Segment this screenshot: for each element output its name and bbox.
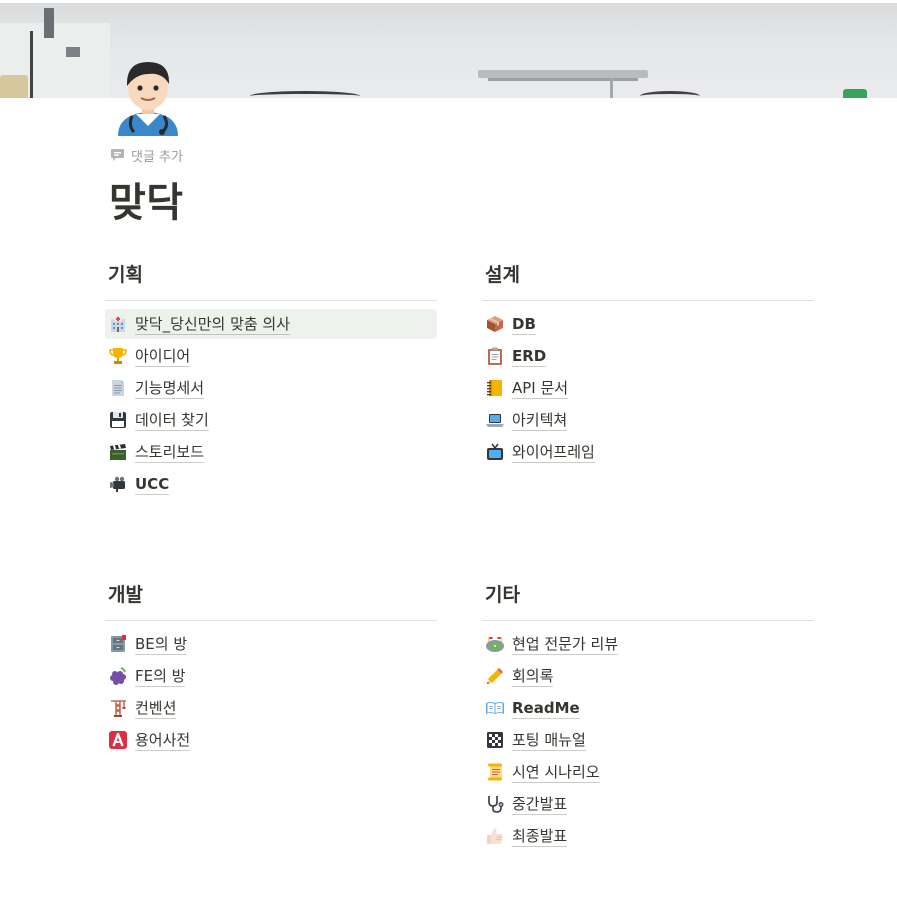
page-link-meeting-notes[interactable]: 회의록 <box>482 661 814 691</box>
comment-icon <box>110 148 125 162</box>
file-cabinet-icon <box>107 633 129 655</box>
video-camera-icon <box>107 473 129 495</box>
page-link-label: BE의 방 <box>135 634 188 655</box>
letter-a-icon <box>107 729 129 751</box>
page-link-label: DB <box>512 314 536 335</box>
page-link-label: API 문서 <box>512 378 569 399</box>
page-link-fe-room[interactable]: FE의 방 <box>105 661 437 691</box>
section-planning: 기획 맞닥_당신만의 맞춤 의사 아이디어 기능명세서 데이터 찾기 스토리보드 <box>105 262 437 501</box>
package-icon <box>484 313 506 335</box>
scroll-icon <box>484 761 506 783</box>
page-link-architecture[interactable]: 아키텍쳐 <box>482 405 814 435</box>
trophy-icon <box>107 345 129 367</box>
page-link-label: 맞닥_당신만의 맞춤 의사 <box>135 314 291 335</box>
section-heading: 개발 <box>108 584 143 606</box>
page-link-label: 스토리보드 <box>135 442 205 463</box>
page-link-demo-scenario[interactable]: 시연 시나리오 <box>482 757 814 787</box>
page-link-label: ReadMe <box>512 698 580 719</box>
pencil-icon <box>484 665 506 687</box>
page-link-label: 아키텍쳐 <box>512 410 568 431</box>
page-link-feature-spec[interactable]: 기능명세서 <box>105 373 437 403</box>
page-link-label: 와이어프레임 <box>512 442 595 463</box>
page-link-matdak[interactable]: 맞닥_당신만의 맞춤 의사 <box>105 309 437 339</box>
page-link-label: 시연 시나리오 <box>512 762 600 783</box>
divider <box>105 300 437 301</box>
page-link-label: 컨벤션 <box>135 698 177 719</box>
page-link-storyboard[interactable]: 스토리보드 <box>105 437 437 467</box>
page-link-label: 데이터 찾기 <box>135 410 209 431</box>
add-comment-label: 댓글 추가 <box>131 149 183 165</box>
page-link-expert-review[interactable]: 현업 전문가 리뷰 <box>482 629 814 659</box>
page-title[interactable]: 맞닥 <box>109 170 184 228</box>
section-heading: 기획 <box>108 264 143 286</box>
page-link-ucc[interactable]: UCC <box>105 469 437 499</box>
clapper-board-icon <box>107 441 129 463</box>
page-link-porting-manual[interactable]: 포팅 매뉴얼 <box>482 725 814 755</box>
thumbs-up-icon <box>484 825 506 847</box>
page-link-label: ERD <box>512 346 547 367</box>
doctor-avatar-icon[interactable] <box>112 56 184 136</box>
grapes-icon <box>107 665 129 687</box>
page-link-label: FE의 방 <box>135 666 186 687</box>
page-link-wireframe[interactable]: 와이어프레임 <box>482 437 814 467</box>
page-link-label: 중간발표 <box>512 794 568 815</box>
page-link-label: 용어사전 <box>135 730 191 751</box>
page-link-api-docs[interactable]: API 문서 <box>482 373 814 403</box>
document-icon <box>107 377 129 399</box>
add-comment-button[interactable]: 댓글 추가 <box>110 145 183 165</box>
page-link-find-data[interactable]: 데이터 찾기 <box>105 405 437 435</box>
section-heading: 기타 <box>485 584 520 606</box>
page-link-be-room[interactable]: BE의 방 <box>105 629 437 659</box>
page-link-final[interactable]: 최종발표 <box>482 821 814 851</box>
section-heading: 설계 <box>485 264 520 286</box>
section-development: 개발 BE의 방 FE의 방 컨벤션 용어사전 <box>105 582 437 757</box>
page-link-db[interactable]: DB <box>482 309 814 339</box>
hospital-icon <box>107 313 129 335</box>
stadium-icon <box>484 633 506 655</box>
page-link-label: 회의록 <box>512 666 554 687</box>
floppy-disk-icon <box>107 409 129 431</box>
page-link-label: 기능명세서 <box>135 378 205 399</box>
page-link-label: 아이디어 <box>135 346 191 367</box>
clipboard-icon <box>484 345 506 367</box>
section-design: 설계 DB ERD API 문서 아키텍쳐 와이어프레임 <box>482 262 814 469</box>
notebook-icon <box>484 377 506 399</box>
page-link-glossary[interactable]: 용어사전 <box>105 725 437 755</box>
open-book-icon <box>484 697 506 719</box>
page-link-readme[interactable]: ReadMe <box>482 693 814 723</box>
construction-crane-icon <box>107 697 129 719</box>
checkered-flag-icon <box>484 729 506 751</box>
page-link-convention[interactable]: 컨벤션 <box>105 693 437 723</box>
divider <box>482 300 814 301</box>
page-link-label: 최종발표 <box>512 826 568 847</box>
page-link-label: 현업 전문가 리뷰 <box>512 634 619 655</box>
page-link-erd[interactable]: ERD <box>482 341 814 371</box>
page-link-label: UCC <box>135 474 170 495</box>
section-etc: 기타 현업 전문가 리뷰 회의록 ReadMe 포팅 매뉴얼 시연 시나리오 중… <box>482 582 814 853</box>
divider <box>482 620 814 621</box>
page-link-idea[interactable]: 아이디어 <box>105 341 437 371</box>
laptop-icon <box>484 409 506 431</box>
page-link-label: 포팅 매뉴얼 <box>512 730 586 751</box>
page-link-midterm[interactable]: 중간발표 <box>482 789 814 819</box>
stethoscope-icon <box>484 793 506 815</box>
divider <box>105 620 437 621</box>
television-icon <box>484 441 506 463</box>
